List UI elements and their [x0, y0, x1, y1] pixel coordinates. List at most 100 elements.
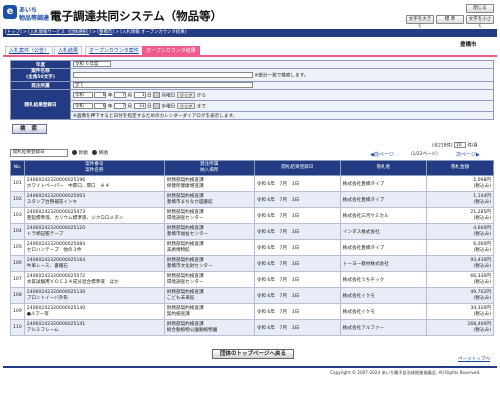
asc-label: 昇順	[78, 151, 88, 156]
search-form: 年度 令和 ６年度 案件名称 (全角50文字) ※部分一致で検索します。 発注所属…	[10, 60, 494, 120]
sort-order: 昇順 降順	[72, 150, 108, 156]
row-no: 102	[10, 191, 25, 208]
delivery-place: 環境調査センター	[166, 215, 204, 221]
col-division: 発注所属 納入場所	[163, 160, 255, 176]
case-name-input[interactable]	[73, 71, 253, 78]
from-year-input[interactable]: 6	[94, 91, 107, 98]
division-cell: 財務部契約検査課 総合動植物公園動植物園	[163, 319, 255, 336]
division-cell: 財務部契約検査課 環境調査センター	[163, 207, 255, 224]
from-month-input[interactable]: 7	[113, 91, 126, 98]
to-day-input[interactable]: 31	[133, 102, 146, 109]
case-cell: 24060242320000025073 亜鉛標準液、カリウム標準液、ジクロロメタ…	[23, 207, 165, 224]
breadcrumb-org-select[interactable]: 入札情報サービス（団体選択）	[30, 30, 89, 35]
font-standard-button[interactable]: 標 準	[436, 15, 464, 24]
from-clear-button[interactable]: クリア	[176, 91, 196, 98]
winner: 株式会社うちチック	[339, 271, 427, 288]
breadcrumb-city[interactable]: 豊橋市	[99, 30, 112, 35]
table-row: 104 24060242320000025120 トラ柄記帳テープ 財務部契約検査課豊…	[10, 223, 495, 240]
page-top-link[interactable]: ページトップへ	[458, 356, 490, 362]
case-name-link[interactable]: ホワイトペーパー 中厚口、厚口 Ａ４	[27, 184, 162, 190]
division-cell: 財務部契約検査課 豊橋市まちなか図書館	[163, 191, 255, 208]
amount-cell: 4,600円 (税込み)	[425, 223, 495, 240]
col-date: 開札結果登録日	[253, 160, 341, 176]
row-no: 107	[10, 271, 25, 288]
division-cell: 財務部契約検査課 豊橋市福祉センター	[163, 223, 255, 240]
tax-note: (税込み)	[473, 279, 491, 285]
results-table: No. 案件番号 案件名称 発注所属 納入場所 開札結果登録日 落札者 落札金額 1…	[10, 160, 495, 336]
breadcrumb-current: 入札情報 オープンカウンタ結果	[122, 30, 185, 35]
to-clear-button[interactable]: クリア	[176, 102, 196, 109]
row-no: 103	[10, 207, 25, 224]
result-date: 令和 6年 7月 3日	[253, 287, 341, 304]
from-dow: 月曜日	[161, 93, 176, 99]
to-month-input[interactable]: 7	[113, 102, 126, 109]
logo-text-bottom: 物品等調達	[19, 15, 50, 22]
fiscal-year-select[interactable]: 令和 ６年度	[73, 61, 111, 68]
result-date: 令和 6年 7月 3日	[253, 223, 341, 240]
sort-select[interactable]: 開札結果登録日	[10, 149, 68, 157]
case-name-link[interactable]: 亜鉛標準液、カリウム標準液、ジクロロメタン	[27, 216, 162, 222]
division-cell: 財務部契約検査課 こども未来館	[163, 287, 255, 304]
table-row: 107 24060242320000025072 水質試験用ＶＯＣ２４成分混合標準液…	[10, 271, 495, 288]
case-cell: 24060242320000025196 ホワイトペーパー 中厚口、厚口 Ａ４	[23, 175, 165, 192]
case-name-link[interactable]: スタンプ台用補充インキ	[27, 200, 162, 206]
search-button[interactable]: 検 索	[12, 124, 47, 134]
breadcrumb-top[interactable]: トップ	[7, 30, 20, 35]
case-name-link[interactable]: プロントイーバ外形	[27, 296, 162, 302]
asc-radio[interactable]	[72, 150, 77, 155]
division-select[interactable]: 全て	[73, 82, 253, 89]
tax-note: (税込み)	[473, 327, 491, 333]
case-cell: 24060242320000025130 プロントイーバ外形	[23, 287, 165, 304]
tax-note: (税込み)	[473, 295, 491, 301]
back-to-org-top-button[interactable]: 団体のトップページへ戻る	[212, 349, 294, 359]
tab-open-counter-cases[interactable]: オープンカウンタ案件	[85, 46, 143, 55]
case-name-link[interactable]: 水質試験用ＶＯＣ２４成分混合標準液 ほか	[27, 280, 162, 286]
case-cell: 24060242320000025072 水質試験用ＶＯＣ２４成分混合標準液 ほか	[23, 271, 165, 288]
amount-cell: 1,144円 (税込み)	[425, 191, 495, 208]
table-row: 105 24060242320000025084 セロハンテープ 他の３件 財務部契約…	[10, 239, 495, 256]
to-year-input[interactable]: 6	[94, 102, 107, 109]
from-calendar-icon[interactable]	[153, 91, 161, 98]
tab-bid-cases[interactable]: 入札案件（公告）	[5, 46, 54, 55]
case-name-link[interactable]: 牛革レース、書籍石	[27, 264, 162, 270]
col-case: 案件番号 案件名称	[23, 160, 165, 176]
table-row: 108 24060242320000025130 プロントイーバ外形 財務部契約検査課…	[10, 287, 495, 304]
per-page-select[interactable]: 10	[454, 142, 466, 148]
winner: トーヨー教材株式会社	[339, 255, 427, 272]
font-smaller-button[interactable]: 文字を小さく	[466, 15, 494, 29]
case-name-note: ※部分一致で検索します。	[254, 73, 309, 79]
division-cell: 財務部契約検査課 環境調査センター	[163, 271, 255, 288]
table-row: 110 24060242320000025141 アルミフレーム 財務部契約検査課 総合…	[10, 319, 495, 336]
case-cell: 24060242320000025140 ●ルアー等	[23, 303, 165, 320]
org-name: 豊橋市	[460, 42, 477, 48]
close-button[interactable]: 閉じる	[466, 4, 494, 13]
next-page-link[interactable]: 次ページ▶	[456, 151, 480, 158]
tab-open-counter-results[interactable]: オープンカウンタ結果	[142, 46, 200, 55]
case-name-link[interactable]: トラ柄記帳テープ	[27, 232, 162, 238]
result-date: 令和 6年 7月 3日	[253, 303, 341, 320]
division-label: 発注所属	[10, 81, 71, 90]
case-cell: 24060242320000025084 セロハンテープ 他の３件	[23, 239, 165, 256]
delivery-place: 総合動植物公園動植物園	[166, 327, 218, 333]
from-era-select[interactable]: 令和	[73, 91, 93, 98]
row-no: 110	[10, 319, 25, 336]
delivery-place: 保健所健康増進課	[166, 183, 204, 189]
case-cell: 24060242320000025120 トラ柄記帳テープ	[23, 223, 165, 240]
breadcrumb: [トップ] > [入札情報サービス（団体選択）] > [豊橋市] > [入札情報…	[5, 30, 187, 35]
to-calendar-icon[interactable]	[153, 102, 161, 109]
to-dow: 水曜日	[161, 104, 176, 110]
case-name-link[interactable]: セロハンテープ 他の３件	[27, 248, 162, 254]
to-era-select[interactable]: 令和	[73, 102, 93, 109]
winner: 株式会社豊橋タイプ	[339, 239, 427, 256]
case-name-link[interactable]: アルミフレーム	[27, 328, 162, 334]
tab-bid-results[interactable]: 入札結果	[54, 46, 83, 55]
table-row: 102 24060242320000025003 スタンプ台用補充インキ 財務部契約検…	[10, 191, 495, 208]
case-name-link[interactable]: ●ルアー等	[27, 312, 162, 318]
prev-page-link[interactable]: ◀前ページ	[370, 151, 394, 158]
case-cell: 24060242320000025141 アルミフレーム	[23, 319, 165, 336]
case-cell: 24060242320000025164 牛革レース、書籍石	[23, 255, 165, 272]
desc-radio[interactable]	[92, 150, 98, 155]
font-larger-button[interactable]: 文字を大きく	[406, 15, 434, 29]
to-suffix: まで	[196, 104, 206, 110]
from-day-input[interactable]: 1	[133, 91, 146, 98]
